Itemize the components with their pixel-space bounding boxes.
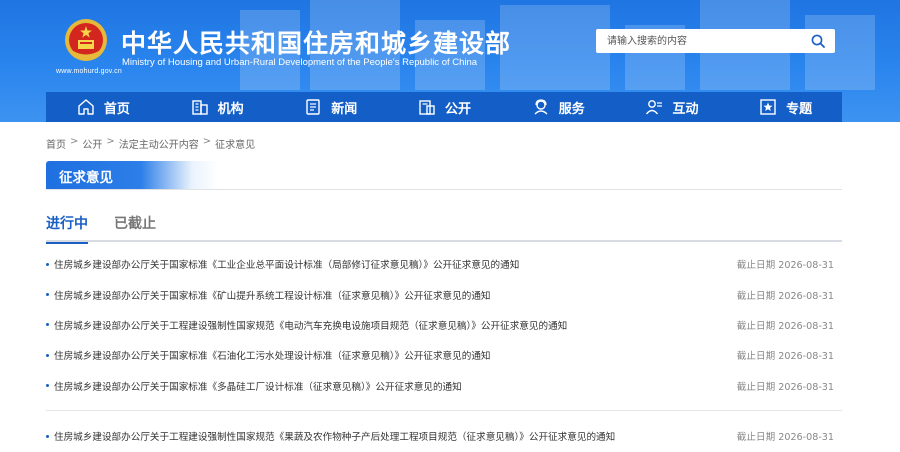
list-divider [46,409,842,411]
deadline-label: 截止日期 [736,260,776,272]
deadline-value: 2026-08-31 [778,432,834,444]
national-emblem-icon [65,19,107,61]
breadcrumb-statutory[interactable]: 法定主动公开内容 [119,136,199,151]
nav-item-interact[interactable]: 互动 [615,92,729,122]
tab-ongoing[interactable]: 进行中 [46,210,88,244]
deadline-date: 截止日期 2026-08-31 [737,348,834,362]
deadline-label: 截止日期 [736,320,776,332]
deadline-date: 截止日期 2026-08-31 [737,288,834,302]
deadline-value: 2026-08-31 [778,320,834,332]
bullet-dot [46,293,49,297]
breadcrumb-separator: > [106,136,115,147]
notice-title[interactable]: 住房城乡建设部办公厅关于国家标准《工业企业总平面设计标准（局部修订征求意见稿）》… [54,257,737,271]
nav-item-open[interactable]: 公开 [387,92,501,122]
site-title: 中华人民共和国住房和城乡建设部 [121,29,512,58]
deadline-value: 2026-08-31 [778,351,834,363]
section-heading: 征求意见 [46,161,842,190]
deadline-date: 截止日期 2026-08-31 [737,257,834,271]
status-tabs: 进行中 已截止 [46,210,842,244]
breadcrumb-separator: > [70,136,79,147]
search-input[interactable] [596,30,796,52]
nav-item-label: 服务 [558,101,585,117]
nav-item-label: 首页 [103,101,130,117]
site-subtitle: Ministry of Housing and Urban-Rural Deve… [122,57,478,68]
deadline-label: 截止日期 [736,432,776,444]
notice-title[interactable]: 住房城乡建设部办公厅关于国家标准《石油化工污水处理设计标准（征求意见稿）》公开征… [54,348,737,362]
notice-title[interactable]: 住房城乡建设部办公厅关于国家标准《矿山提升系统工程设计标准（征求意见稿）》公开征… [54,288,737,302]
bullet-dot [46,262,49,266]
nav-item-label: 专题 [786,101,813,117]
breadcrumb-current: 征求意见 [215,140,256,151]
notice-title[interactable]: 住房城乡建设部办公厅关于工程建设强制性国家规范《电动汽车充换电设施项目规范（征求… [54,318,737,332]
deadline-date: 截止日期 2026-08-31 [737,379,834,393]
service-icon [531,97,551,117]
bullet-dot [46,384,49,388]
interaction-icon [644,97,664,117]
list-item[interactable]: 住房城乡建设部办公厅关于国家标准《矿山提升系统工程设计标准（征求意见稿）》公开征… [46,279,842,309]
nav-item-org[interactable]: 机构 [160,92,274,122]
building-icon [190,97,210,117]
deadline-label: 截止日期 [736,290,776,302]
list-item[interactable]: 住房城乡建设部办公厅关于工程建设强制性国家规范《电动汽车充换电设施项目规范（征求… [46,310,842,340]
list-item[interactable]: 住房城乡建设部办公厅关于国家标准《石油化工污水处理设计标准（征求意见稿）》公开征… [46,340,842,370]
bullet-dot [46,323,49,327]
main-nav: 首页 机构 新闻 公开 服务 互动 专题 [46,92,842,122]
search-icon [811,34,825,48]
list-item[interactable]: 住房城乡建设部办公厅关于国家标准《工业企业总平面设计标准（局部修订征求意见稿）》… [46,249,842,279]
breadcrumb-separator: > [202,136,212,147]
deadline-value: 2026-08-31 [778,381,834,393]
breadcrumb-open[interactable]: 公开 [82,136,102,151]
site-url: www.mohurd.gov.cn [56,68,122,75]
list-item[interactable]: 住房城乡建设部办公厅关于国家标准《多晶硅工厂设计标准（征求意见稿）》公开征求意见… [46,371,842,401]
nav-item-label: 机构 [217,101,244,117]
star-icon [758,97,778,117]
home-icon [76,97,96,117]
nav-item-home[interactable]: 首页 [46,92,160,122]
breadcrumb: 首页 > 公开 > 法定主动公开内容 > 征求意见 [46,136,255,151]
deadline-label: 截止日期 [736,351,776,363]
list-item[interactable]: 住房城乡建设部办公厅关于工程建设强制性国家规范《果蔬及农作物种子产后处理工程项目… [46,421,842,451]
site-header: www.mohurd.gov.cn 中华人民共和国住房和城乡建设部 Minist… [0,0,900,122]
section-title: 征求意见 [59,170,113,186]
deadline-value: 2026-08-31 [778,290,834,302]
deadline-date: 截止日期 2026-08-31 [737,429,834,443]
nav-item-label: 互动 [672,101,699,117]
nav-item-news[interactable]: 新闻 [273,92,387,122]
deadline-date: 截止日期 2026-08-31 [737,318,834,332]
nav-item-service[interactable]: 服务 [501,92,615,122]
nav-item-label: 新闻 [331,101,358,117]
tab-closed[interactable]: 已截止 [114,210,156,242]
notice-title[interactable]: 住房城乡建设部办公厅关于国家标准《多晶硅工厂设计标准（征求意见稿）》公开征求意见… [54,379,737,393]
breadcrumb-home[interactable]: 首页 [46,136,66,151]
notice-list: 住房城乡建设部办公厅关于国家标准《工业企业总平面设计标准（局部修订征求意见稿）》… [46,249,842,451]
nav-item-label: 公开 [445,101,472,117]
search-box [596,29,835,53]
search-button[interactable] [809,32,827,50]
bullet-dot [46,353,49,357]
deadline-value: 2026-08-31 [778,260,834,272]
deadline-label: 截止日期 [736,381,776,393]
notice-title[interactable]: 住房城乡建设部办公厅关于工程建设强制性国家规范《果蔬及农作物种子产后处理工程项目… [54,429,737,443]
document-icon [417,97,437,117]
news-icon [303,97,323,117]
bullet-dot [46,434,49,438]
nav-item-topics[interactable]: 专题 [728,92,842,122]
